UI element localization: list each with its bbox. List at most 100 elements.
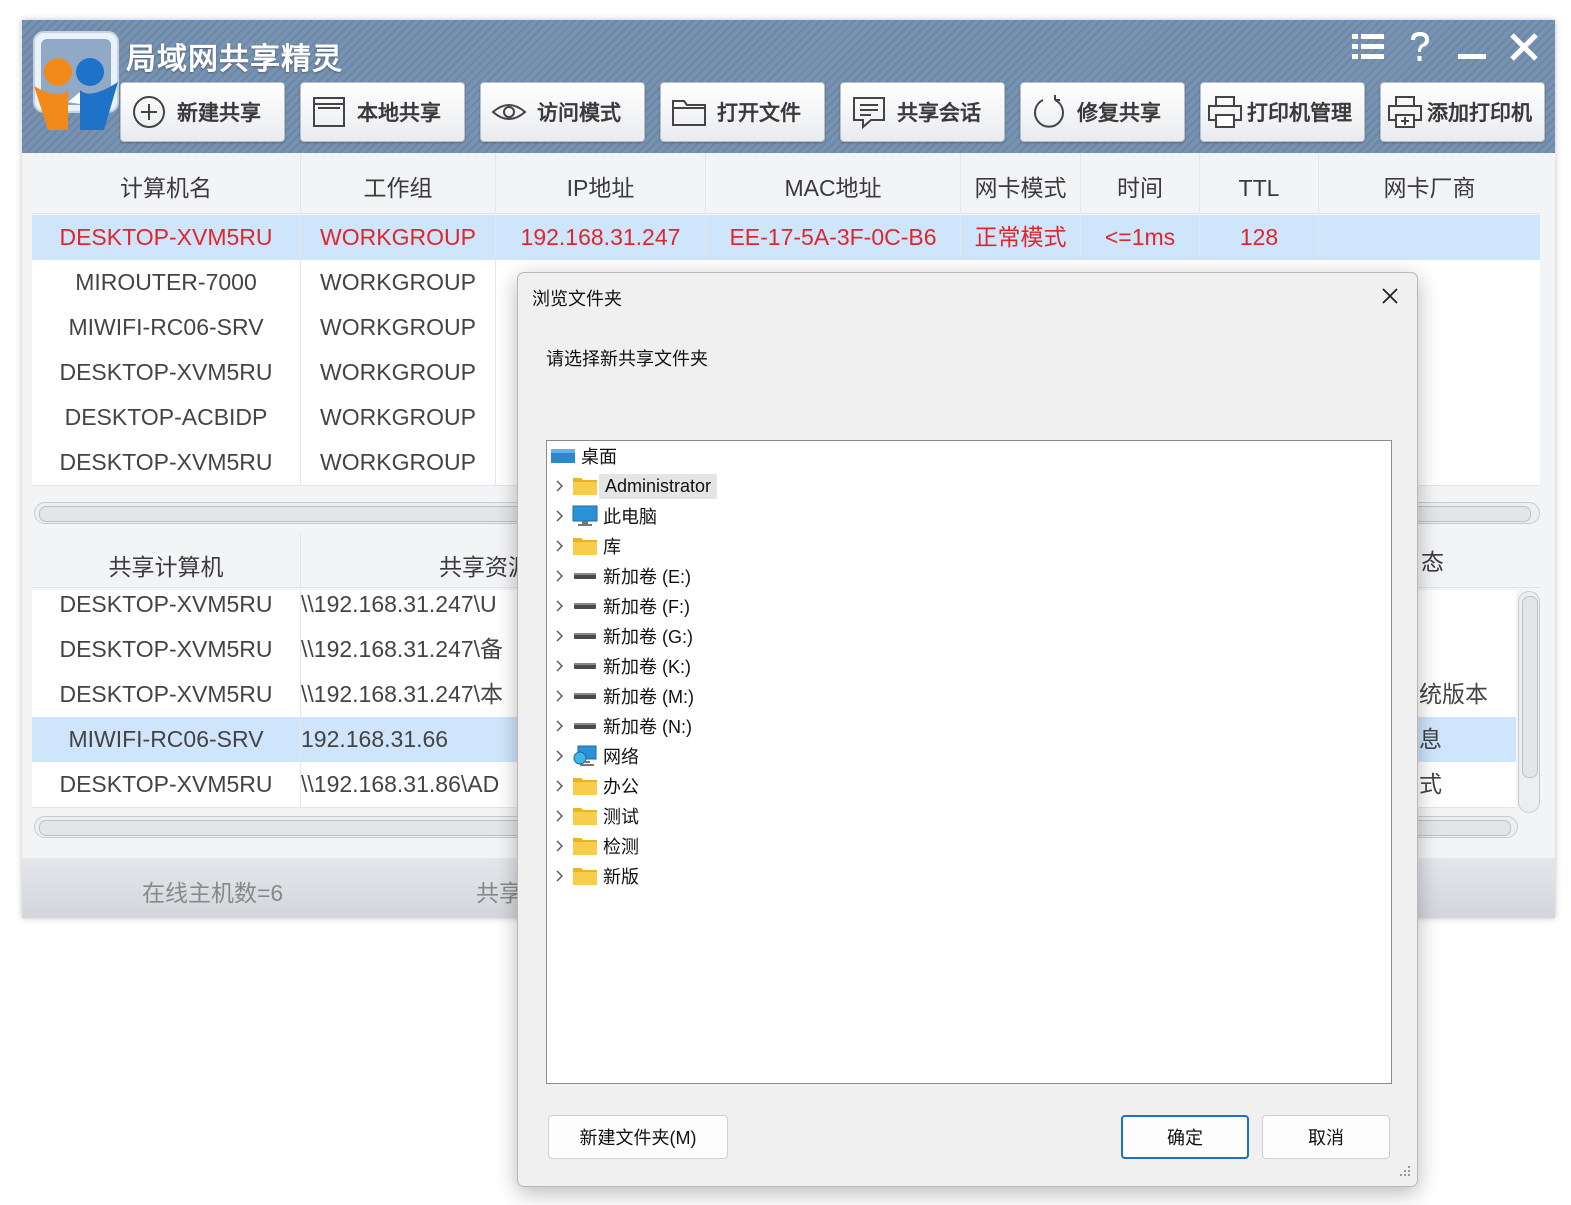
local-share-button[interactable]: 本地共享 (300, 82, 465, 142)
tree-node-label: 新加卷 (K:) (603, 657, 691, 677)
tree-node-label: 办公 (603, 777, 639, 797)
tree-node-network[interactable]: 网络 (549, 741, 643, 771)
chevron-right-icon[interactable] (549, 480, 571, 492)
chevron-right-icon[interactable] (549, 510, 571, 522)
menu-icon[interactable] (1351, 30, 1385, 64)
column-header[interactable]: 工作组 (301, 153, 496, 213)
tree-node-library[interactable]: 库 (549, 531, 625, 561)
column-header[interactable]: 共享资源 (301, 532, 531, 587)
tree-node-administrator[interactable]: Administrator (549, 471, 718, 501)
column-header[interactable]: 网卡厂商 (1319, 153, 1540, 213)
tree-node-drive-e[interactable]: 新加卷 (E:) (549, 561, 695, 591)
tree-node-inspect[interactable]: 检测 (549, 831, 643, 861)
scrollbar-thumb[interactable] (1522, 596, 1538, 778)
hosts-table-header: 计算机名 工作组 IP地址 MAC地址 网卡模式 时间 TTL 网卡厂商 (32, 153, 1540, 214)
table-cell (1319, 215, 1540, 260)
tree-node-label: 检测 (603, 837, 639, 857)
ok-button[interactable]: 确定 (1121, 1115, 1249, 1159)
tree-node-label: 新加卷 (E:) (603, 567, 691, 587)
chevron-right-icon[interactable] (549, 690, 571, 702)
minimize-icon[interactable] (1455, 30, 1489, 64)
dialog-close-button[interactable] (1373, 281, 1407, 311)
toolbar-label: 打印机管理 (1247, 102, 1352, 125)
window-controls (1351, 30, 1541, 64)
tree-node-drive-k[interactable]: 新加卷 (K:) (549, 651, 695, 681)
chevron-right-icon[interactable] (549, 660, 571, 672)
table-cell: WORKGROUP (301, 305, 496, 350)
column-header[interactable]: IP地址 (496, 153, 706, 213)
tree-node-desktop[interactable]: 桌面 (549, 441, 621, 471)
tree-node-test[interactable]: 测试 (549, 801, 643, 831)
chevron-right-icon[interactable] (549, 600, 571, 612)
tree-node-label: 网络 (603, 747, 639, 767)
tree-node-label: 测试 (603, 807, 639, 827)
table-cell: \\192.168.31.247\U (301, 591, 497, 617)
toolbar-label: 共享会话 (897, 102, 981, 125)
drive-icon (571, 601, 599, 611)
chevron-right-icon[interactable] (549, 750, 571, 762)
column-header[interactable]: 共享计算机 (32, 532, 301, 587)
tree-node-new-version[interactable]: 新版 (549, 861, 643, 891)
access-mode-button[interactable]: 访问模式 (480, 82, 645, 142)
chevron-right-icon[interactable] (549, 630, 571, 642)
tree-node-label: 新加卷 (M:) (603, 687, 694, 707)
table-cell: WORKGROUP (301, 440, 496, 485)
dialog-prompt: 请选择新共享文件夹 (546, 349, 708, 369)
column-header[interactable]: 网卡模式 (961, 153, 1081, 213)
tree-node-drive-g[interactable]: 新加卷 (G:) (549, 621, 697, 651)
folder-tree[interactable]: 桌面 Administrator 此电脑 库 新加卷 (E:) 新加卷 (F:) (546, 440, 1392, 1084)
browse-folder-dialog: 浏览文件夹 请选择新共享文件夹 桌面 Administrator 此电脑 库 新… (517, 272, 1418, 1187)
column-header[interactable]: MAC地址 (706, 153, 961, 213)
toolbar-label: 修复共享 (1077, 102, 1161, 125)
table-cell: DESKTOP-XVM5RU (32, 672, 301, 717)
new-share-button[interactable]: 新建共享 (120, 82, 285, 142)
table-cell: \\192.168.31.247\本 (301, 681, 504, 707)
folder-icon (571, 776, 599, 796)
table-row[interactable]: DESKTOP-XVM5RU WORKGROUP 192.168.31.247 … (32, 215, 1540, 261)
add-printer-button[interactable]: 添加打印机 (1380, 82, 1545, 142)
tree-node-office[interactable]: 办公 (549, 771, 643, 801)
tree-node-drive-n[interactable]: 新加卷 (N:) (549, 711, 696, 741)
table-cell: WORKGROUP (301, 260, 496, 305)
toolbar-label: 打开文件 (717, 102, 801, 125)
resize-grip-icon[interactable] (1399, 1164, 1411, 1182)
table-cell: MIROUTER-7000 (32, 260, 301, 305)
tree-node-this-pc[interactable]: 此电脑 (549, 501, 661, 531)
chevron-right-icon[interactable] (549, 840, 571, 852)
cancel-button[interactable]: 取消 (1262, 1115, 1390, 1159)
chevron-right-icon[interactable] (549, 720, 571, 732)
column-header[interactable]: 时间 (1081, 153, 1200, 213)
column-header[interactable]: TTL (1200, 153, 1319, 213)
folder-icon (571, 806, 599, 826)
help-icon[interactable] (1403, 30, 1437, 64)
table-cell: WORKGROUP (301, 395, 496, 440)
toolbar-label: 访问模式 (537, 102, 621, 125)
chevron-right-icon[interactable] (549, 780, 571, 792)
tree-node-label: 新加卷 (N:) (603, 717, 692, 737)
printer-manage-button[interactable]: 打印机管理 (1200, 82, 1365, 142)
chevron-right-icon[interactable] (549, 540, 571, 552)
tree-node-drive-f[interactable]: 新加卷 (F:) (549, 591, 694, 621)
folder-icon (571, 866, 599, 886)
tree-node-label: 库 (603, 537, 621, 557)
tree-node-drive-m[interactable]: 新加卷 (M:) (549, 681, 698, 711)
column-header[interactable]: 计算机名 (32, 153, 301, 213)
drive-icon (571, 571, 599, 581)
drive-icon (571, 631, 599, 641)
repair-share-button[interactable]: 修复共享 (1020, 82, 1185, 142)
close-icon (1382, 288, 1398, 304)
close-icon[interactable] (1507, 30, 1541, 64)
table-cell: DESKTOP-XVM5RU (32, 440, 301, 485)
chevron-right-icon[interactable] (549, 810, 571, 822)
table-cell: 正常模式 (961, 215, 1081, 260)
chevron-right-icon[interactable] (549, 870, 571, 882)
table-cell: DESKTOP-XVM5RU (32, 215, 301, 260)
open-file-button[interactable]: 打开文件 (660, 82, 825, 142)
new-folder-button[interactable]: 新建文件夹(M) (548, 1115, 728, 1159)
share-session-button[interactable]: 共享会话 (840, 82, 1005, 142)
table-cell: \\192.168.31.247\备 (301, 636, 504, 662)
online-hosts-count: 在线主机数=6 (142, 880, 284, 906)
chevron-right-icon[interactable] (549, 570, 571, 582)
shares-vertical-scrollbar[interactable] (1518, 591, 1540, 813)
table-cell: 128 (1200, 215, 1319, 260)
